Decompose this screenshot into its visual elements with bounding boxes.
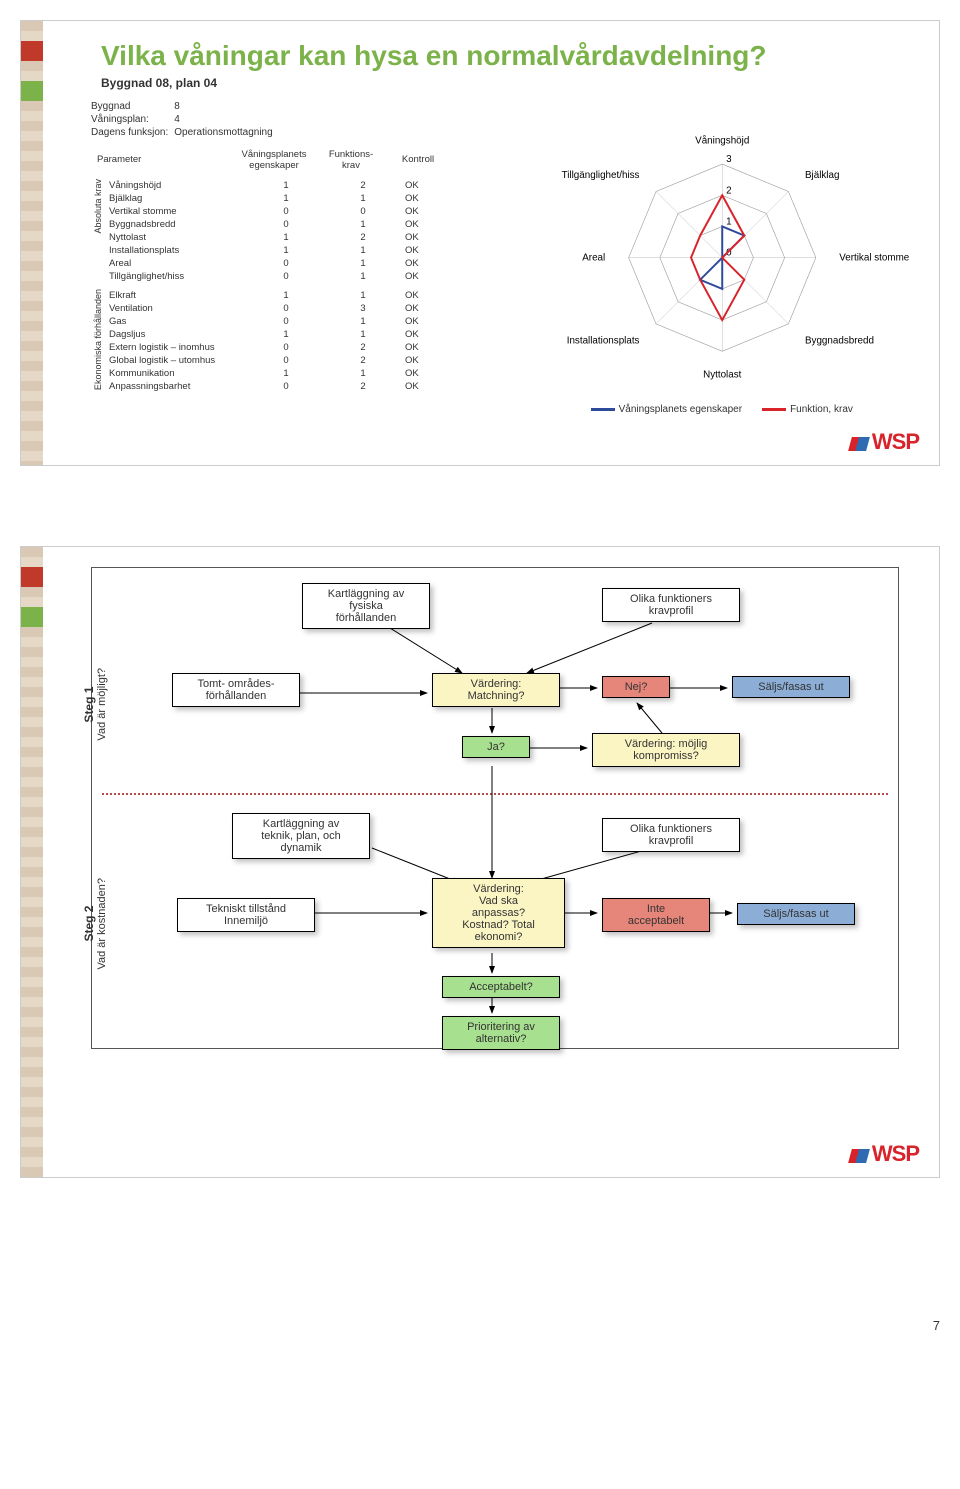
table-row: Areal01OK: [103, 257, 461, 270]
box-inte-acceptabelt: Inte acceptabelt: [602, 898, 710, 932]
table-row: Dagsljus11OK: [103, 328, 461, 341]
table-row: Vertikal stomme00OK: [103, 205, 461, 218]
wsp-flag-icon: [848, 1149, 870, 1163]
sidebar-accent-green: [21, 607, 43, 627]
wsp-logo: WSP: [850, 429, 919, 455]
wsp-flag-icon: [848, 437, 870, 451]
table-row: Tillgänglighet/hiss01OK: [103, 270, 461, 283]
param-group-ekonomiska: Ekonomiska förhållanden Elkraft11OK Vent…: [91, 289, 525, 399]
box-funktioners-kravprofil-1: Olika funktioners kravprofil: [602, 588, 740, 622]
sidebar-accent-red: [21, 567, 43, 587]
chart-legend: Våningsplanets egenskaper Funktion, krav: [535, 404, 909, 415]
box-tekniskt-tillstand: Tekniskt tillstånd Innemiljö: [177, 898, 315, 932]
legend-label-red: Funktion, krav: [790, 404, 853, 415]
group1-label: Absoluta krav: [91, 179, 103, 234]
table-row: Ventilation03OK: [103, 302, 461, 315]
box-acceptabelt: Acceptabelt?: [442, 976, 560, 998]
svg-text:3: 3: [726, 154, 732, 165]
box-nej: Nej?: [602, 676, 670, 698]
legend-swatch-blue: [591, 408, 615, 411]
legend-label-blue: Våningsplanets egenskaper: [619, 404, 742, 415]
param-header-table: Parameter Våningsplanets egenskaper Funk…: [91, 147, 449, 173]
slide-2: Steg 1Vad är möjligt? Steg 2Vad är kostn…: [20, 546, 940, 1178]
group2-label: Ekonomiska förhållanden: [91, 289, 103, 390]
table-row: Installationsplats11OK: [103, 244, 461, 257]
table-row: Global logistik – utomhus02OK: [103, 354, 461, 367]
group1-table: Våningshöjd12OK Bjälklag11OK Vertikal st…: [103, 179, 461, 283]
svg-text:Areal: Areal: [582, 252, 605, 263]
svg-text:Bjälklag: Bjälklag: [805, 170, 839, 181]
box-ja: Ja?: [462, 736, 530, 758]
svg-text:1: 1: [726, 216, 731, 227]
svg-text:Våningshöjd: Våningshöjd: [695, 135, 749, 146]
table-row: Byggnadsbredd01OK: [103, 218, 461, 231]
svg-text:Byggnadsbredd: Byggnadsbredd: [805, 335, 874, 346]
table-row: Elkraft11OK: [103, 289, 461, 302]
slide1-subtitle: Byggnad 08, plan 04: [101, 76, 909, 90]
table-row: Kommunikation11OK: [103, 367, 461, 380]
box-saljs-1: Säljs/fasas ut: [732, 676, 850, 698]
svg-text:Nyttolast: Nyttolast: [703, 369, 742, 380]
box-vardering-anpassas: Värdering: Vad ska anpassas? Kostnad? To…: [432, 878, 565, 948]
flowchart: Steg 1Vad är möjligt? Steg 2Vad är kostn…: [91, 567, 899, 1049]
slide-1: Vilka våningar kan hysa en normalvårdavd…: [20, 20, 940, 466]
box-kompromiss: Värdering: möjlig kompromiss?: [592, 733, 740, 767]
legend-swatch-red: [762, 408, 786, 411]
param-group-absoluta: Absoluta krav Våningshöjd12OK Bjälklag11…: [91, 179, 525, 289]
table-row: Nyttolast12OK: [103, 231, 461, 244]
table-row: Gas01OK: [103, 315, 461, 328]
group2-table: Elkraft11OK Ventilation03OK Gas01OK Dags…: [103, 289, 461, 393]
slide1-title: Vilka våningar kan hysa en normalvårdavd…: [101, 41, 909, 72]
box-vardering-matchning: Värdering: Matchning?: [432, 673, 560, 707]
wsp-logo: WSP: [850, 1141, 919, 1167]
table-row: Anpassningsbarhet02OK: [103, 380, 461, 393]
sidebar-accent-red: [21, 41, 43, 61]
table-row: Extern logistik – inomhus02OK: [103, 341, 461, 354]
table-row: Våningshöjd12OK: [103, 179, 461, 192]
radar-chart: Våningshöjd Bjälklag Vertikal stomme Byggna…: [535, 100, 909, 416]
box-saljs-2: Säljs/fasas ut: [737, 903, 855, 925]
page-number: 7: [20, 1318, 940, 1333]
table-row: Bjälklag11OK: [103, 192, 461, 205]
box-kartlaggning-teknik: Kartläggning av teknik, plan, och dynami…: [232, 813, 370, 859]
svg-text:Installationsplats: Installationsplats: [566, 335, 639, 346]
svg-text:2: 2: [726, 185, 731, 196]
box-tomt-omrade: Tomt- områdes- förhållanden: [172, 673, 300, 707]
meta-table: Byggnad8 Våningsplan:4 Dagens funksjon:O…: [91, 100, 279, 139]
box-funktioners-kravprofil-2: Olika funktioners kravprofil: [602, 818, 740, 852]
svg-text:Tillgänglighet/hiss: Tillgänglighet/hiss: [561, 170, 639, 181]
sidebar-accent-green: [21, 81, 43, 101]
box-kartlaggning-fysiska: Kartläggning av fysiska förhållanden: [302, 583, 430, 629]
box-prioritering: Prioritering av alternativ?: [442, 1016, 560, 1050]
svg-text:Vertikal stomme: Vertikal stomme: [839, 252, 909, 263]
